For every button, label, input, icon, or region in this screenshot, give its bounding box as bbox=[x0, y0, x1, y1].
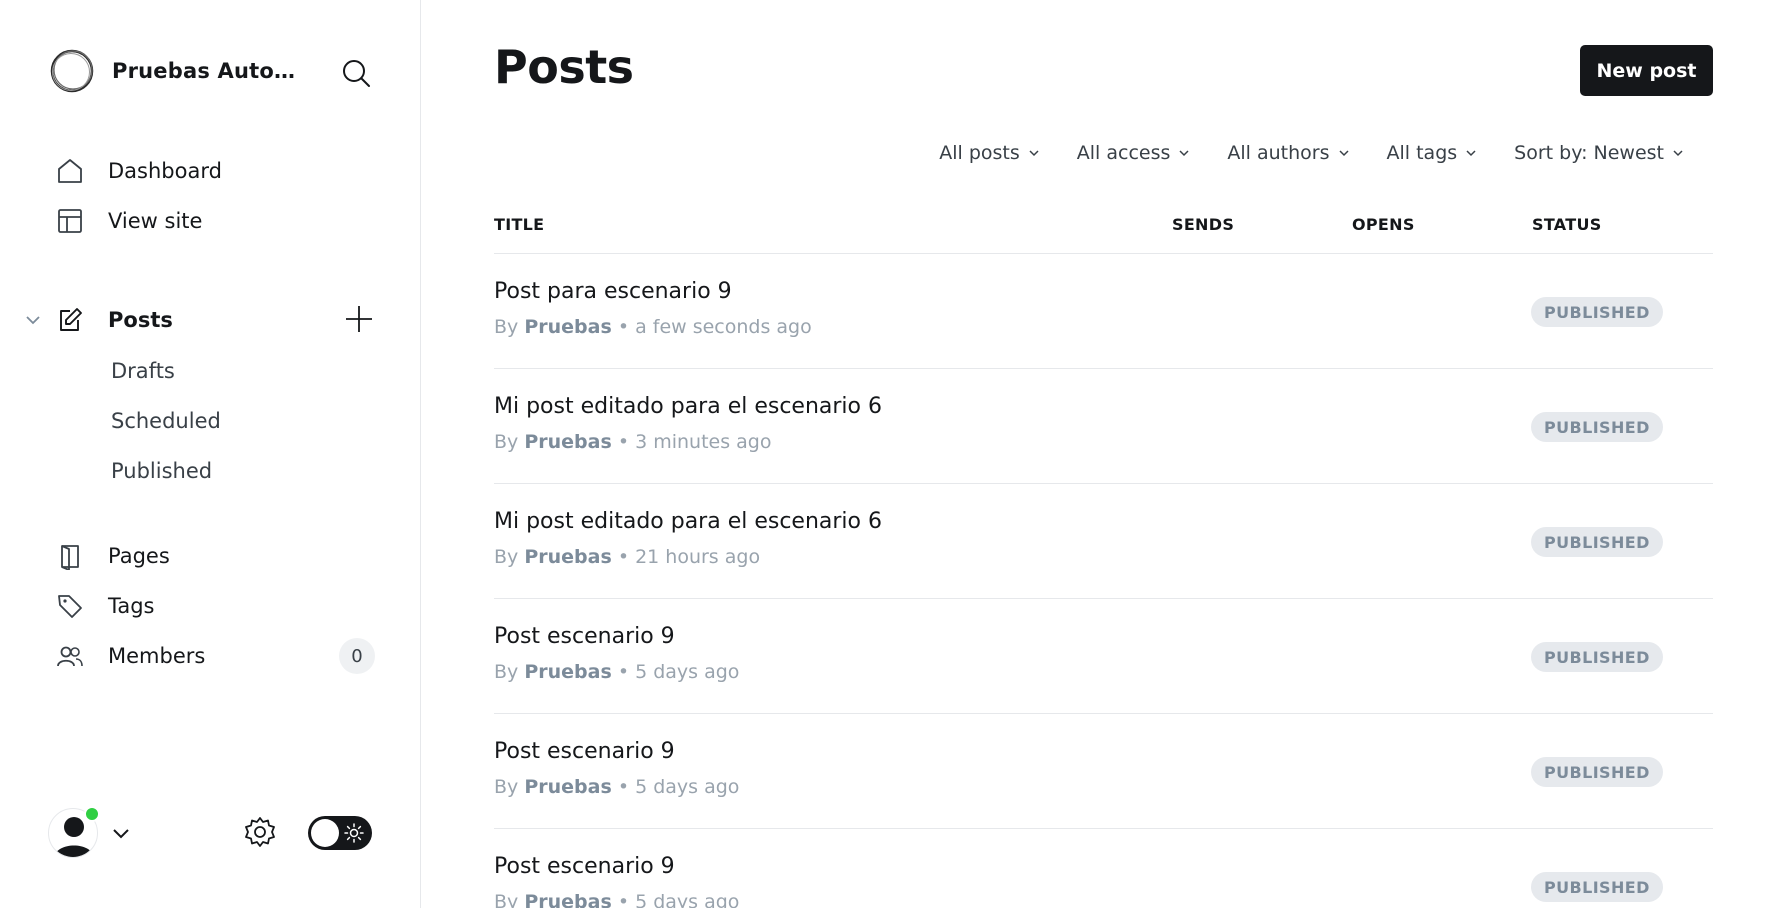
post-title: Post para escenario 9 bbox=[494, 279, 732, 304]
home-icon bbox=[58, 159, 82, 183]
sidebar-item-members[interactable]: Members bbox=[56, 638, 205, 674]
meta-by: By bbox=[494, 316, 519, 338]
meta-by: By bbox=[494, 776, 519, 798]
column-header-opens: OPENS bbox=[1352, 215, 1415, 234]
status-badge: PUBLISHED bbox=[1531, 872, 1663, 902]
post-time: • a few seconds ago bbox=[617, 316, 812, 338]
chevron-down-icon[interactable] bbox=[24, 311, 42, 329]
post-meta: By Pruebas • 3 minutes ago bbox=[494, 431, 771, 453]
sidebar-item-drafts[interactable]: Drafts bbox=[111, 359, 175, 383]
filter-sort[interactable]: Sort by: Newest bbox=[1514, 142, 1684, 164]
toggle-knob bbox=[311, 819, 339, 847]
sidebar-item-posts[interactable]: Posts bbox=[56, 302, 173, 338]
post-title: Mi post editado para el escenario 6 bbox=[494, 394, 882, 419]
post-time: • 5 days ago bbox=[617, 776, 740, 798]
sidebar-item-label: Members bbox=[108, 644, 206, 668]
site-name: Pruebas Automa... bbox=[112, 59, 312, 83]
sidebar-item-pages[interactable]: Pages bbox=[56, 538, 170, 574]
site-logo-icon bbox=[50, 49, 94, 93]
sidebar-item-label: Posts bbox=[108, 308, 173, 332]
sidebar-item-tags[interactable]: Tags bbox=[56, 588, 155, 624]
post-author: Pruebas bbox=[524, 661, 612, 683]
sidebar-item-published[interactable]: Published bbox=[111, 459, 212, 483]
new-post-button[interactable]: New post bbox=[1580, 45, 1713, 96]
sidebar-item-label: View site bbox=[108, 209, 203, 233]
sidebar-item-label: Dashboard bbox=[108, 159, 222, 183]
table-row[interactable]: Mi post editado para el escenario 6 By P… bbox=[494, 369, 1713, 484]
post-title: Mi post editado para el escenario 6 bbox=[494, 509, 882, 534]
chevron-down-icon bbox=[1466, 150, 1476, 157]
filter-all-authors[interactable]: All authors bbox=[1227, 142, 1349, 164]
brand[interactable]: Pruebas Automa... bbox=[49, 48, 312, 94]
status-badge: PUBLISHED bbox=[1531, 297, 1663, 327]
post-meta: By Pruebas • 5 days ago bbox=[494, 661, 739, 683]
members-count-badge: 0 bbox=[339, 638, 375, 674]
post-meta: By Pruebas • 5 days ago bbox=[494, 891, 739, 908]
post-time: • 21 hours ago bbox=[617, 546, 761, 568]
post-author: Pruebas bbox=[524, 891, 612, 908]
post-time: • 3 minutes ago bbox=[617, 431, 772, 453]
filter-all-access[interactable]: All access bbox=[1077, 142, 1191, 164]
book-icon bbox=[61, 545, 79, 570]
column-header-sends: SENDS bbox=[1172, 215, 1235, 234]
sidebar: Pruebas Automa... Dashboard View site Po… bbox=[0, 0, 421, 908]
chevron-down-icon bbox=[1338, 150, 1349, 157]
table-row[interactable]: Post escenario 9 By Pruebas • 5 days ago… bbox=[494, 829, 1713, 908]
sun-icon bbox=[344, 823, 364, 843]
column-header-title: TITLE bbox=[494, 215, 545, 234]
post-title: Post escenario 9 bbox=[494, 624, 675, 649]
post-title: Post escenario 9 bbox=[494, 739, 675, 764]
page-title: Posts bbox=[494, 40, 634, 94]
table-row[interactable]: Mi post editado para el escenario 6 By P… bbox=[494, 484, 1713, 599]
filter-label: Sort by: Newest bbox=[1514, 142, 1664, 164]
post-title: Post escenario 9 bbox=[494, 854, 675, 879]
sidebar-item-scheduled[interactable]: Scheduled bbox=[111, 409, 221, 433]
meta-by: By bbox=[494, 431, 519, 453]
status-badge: PUBLISHED bbox=[1531, 527, 1663, 557]
status-badge: PUBLISHED bbox=[1531, 412, 1663, 442]
filter-label: All access bbox=[1076, 142, 1171, 164]
chevron-down-icon bbox=[1179, 150, 1189, 157]
filter-all-tags[interactable]: All tags bbox=[1387, 142, 1478, 164]
search-icon[interactable] bbox=[341, 58, 371, 88]
sidebar-item-view-site[interactable]: View site bbox=[56, 203, 202, 239]
meta-by: By bbox=[494, 546, 519, 568]
sidebar-item-label: Pages bbox=[108, 544, 170, 568]
post-author: Pruebas bbox=[524, 776, 612, 798]
post-author: Pruebas bbox=[524, 316, 612, 338]
chevron-down-icon[interactable] bbox=[110, 822, 132, 844]
plus-icon[interactable] bbox=[343, 303, 375, 335]
gear-icon[interactable] bbox=[243, 815, 277, 849]
filter-bar: All posts All access All authors All tag… bbox=[902, 142, 1684, 164]
online-status-dot bbox=[84, 806, 100, 822]
table-row[interactable]: Post escenario 9 By Pruebas • 5 days ago… bbox=[494, 714, 1713, 829]
filter-all-posts[interactable]: All posts bbox=[939, 142, 1040, 164]
chevron-down-icon bbox=[1029, 150, 1039, 157]
filter-label: All authors bbox=[1227, 142, 1330, 164]
table-row[interactable]: Post para escenario 9 By Pruebas • a few… bbox=[494, 254, 1713, 369]
status-badge: PUBLISHED bbox=[1531, 642, 1663, 672]
meta-by: By bbox=[494, 661, 519, 683]
edit-icon bbox=[60, 308, 82, 331]
chevron-down-icon bbox=[1673, 150, 1683, 157]
filter-label: All tags bbox=[1386, 142, 1458, 164]
theme-toggle[interactable] bbox=[308, 816, 372, 850]
post-meta: By Pruebas • 21 hours ago bbox=[494, 546, 760, 568]
meta-by: By bbox=[494, 891, 519, 908]
post-author: Pruebas bbox=[524, 431, 612, 453]
filter-label: All posts bbox=[939, 142, 1020, 164]
column-header-status: STATUS bbox=[1532, 215, 1602, 234]
layout-icon bbox=[58, 209, 82, 233]
table-row[interactable]: Post escenario 9 By Pruebas • 5 days ago… bbox=[494, 599, 1713, 714]
post-meta: By Pruebas • a few seconds ago bbox=[494, 316, 812, 338]
post-meta: By Pruebas • 5 days ago bbox=[494, 776, 739, 798]
status-badge: PUBLISHED bbox=[1531, 757, 1663, 787]
post-time: • 5 days ago bbox=[617, 661, 740, 683]
tag-icon bbox=[58, 595, 82, 618]
post-time: • 5 days ago bbox=[617, 891, 740, 908]
members-icon bbox=[57, 646, 83, 667]
sidebar-item-label: Tags bbox=[108, 594, 155, 618]
sidebar-item-dashboard[interactable]: Dashboard bbox=[56, 153, 222, 189]
post-author: Pruebas bbox=[524, 546, 612, 568]
